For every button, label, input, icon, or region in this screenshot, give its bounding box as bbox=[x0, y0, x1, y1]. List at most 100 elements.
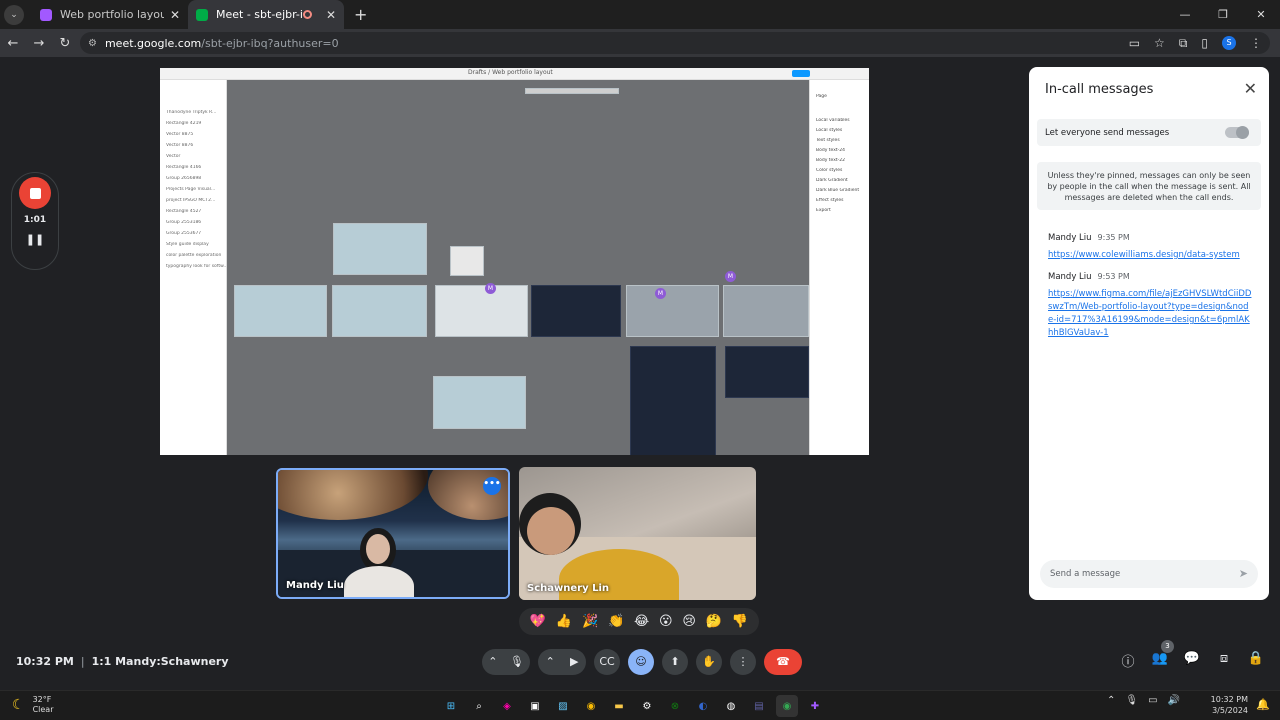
tab-search-icon[interactable]: ⌄ bbox=[4, 4, 24, 25]
canvas-frame bbox=[723, 285, 809, 337]
canvas-frame bbox=[725, 346, 809, 398]
activities-icon[interactable]: ⧈ bbox=[1214, 651, 1234, 670]
end-call-button[interactable]: ☎ bbox=[764, 648, 802, 675]
volume-icon[interactable]: 🔊 bbox=[1168, 695, 1180, 706]
camera-control[interactable]: ⌃ ▶ bbox=[538, 648, 586, 675]
reaction-sad[interactable]: 😢 bbox=[682, 614, 696, 629]
teams-icon[interactable]: ▤ bbox=[748, 695, 770, 717]
info-icon[interactable]: ⓘ bbox=[1118, 651, 1138, 670]
figma-design-panel: Page Local variables Local styles Text s… bbox=[809, 80, 869, 455]
figma-file-title: Drafts / Web portfolio layout bbox=[468, 69, 553, 76]
close-tab-icon[interactable]: ✕ bbox=[170, 8, 180, 22]
edge-icon[interactable]: ◐ bbox=[692, 695, 714, 717]
message-link[interactable]: https://www.colewilliams.design/data-sys… bbox=[1048, 249, 1253, 262]
raise-hand-button[interactable]: ✋ bbox=[696, 648, 722, 675]
file-explorer-icon[interactable]: ▬ bbox=[608, 695, 630, 717]
forward-icon[interactable]: → bbox=[26, 36, 52, 51]
canvas-frame bbox=[234, 285, 327, 337]
send-messages-toggle[interactable] bbox=[1225, 126, 1249, 139]
restore-icon[interactable]: ❐ bbox=[1204, 0, 1242, 29]
reaction-thumbs-up[interactable]: 👍 bbox=[556, 614, 572, 629]
more-options-button[interactable]: ⋮ bbox=[730, 648, 756, 675]
people-icon[interactable]: 👥 bbox=[1150, 651, 1170, 670]
side-controls: ⓘ 👥 💬 ⧈ 🔒 bbox=[1118, 651, 1266, 670]
reaction-clap[interactable]: 👏 bbox=[608, 614, 624, 629]
send-messages-toggle-row: Let everyone send messages bbox=[1037, 119, 1261, 146]
present-button[interactable]: ⬆ bbox=[662, 648, 688, 675]
participant-body bbox=[344, 566, 414, 597]
more-options-button[interactable]: ••• bbox=[483, 477, 501, 495]
app-icon[interactable]: ◍ bbox=[720, 695, 742, 717]
figma-icon[interactable]: ✚ bbox=[804, 695, 826, 717]
chrome-icon[interactable]: ◉ bbox=[580, 695, 602, 717]
host-controls-icon[interactable]: 🔒 bbox=[1246, 651, 1266, 670]
camera-icon[interactable]: ▭ bbox=[1129, 36, 1140, 50]
xbox-icon[interactable]: ⊗ bbox=[664, 695, 686, 717]
send-icon[interactable]: ➤ bbox=[1239, 560, 1248, 588]
chevron-up-icon[interactable]: ⌃ bbox=[546, 655, 555, 668]
minimize-icon[interactable]: — bbox=[1166, 0, 1204, 29]
reaction-heart[interactable]: 💖 bbox=[530, 614, 546, 629]
canvas-frame bbox=[333, 223, 427, 275]
camera-icon[interactable]: ▶ bbox=[570, 655, 578, 668]
pause-icon[interactable]: ❚❚ bbox=[26, 233, 44, 246]
bookmark-star-icon[interactable]: ☆ bbox=[1154, 36, 1165, 50]
start-icon[interactable]: ⊞ bbox=[440, 695, 462, 717]
reaction-thinking[interactable]: 🤔 bbox=[706, 614, 722, 629]
side-panel-icon[interactable]: ▯ bbox=[1201, 36, 1208, 50]
layer-item: Rectangle 4166 bbox=[166, 165, 202, 170]
close-tab-icon[interactable]: ✕ bbox=[326, 8, 336, 22]
message-input[interactable]: Send a message ➤ bbox=[1040, 560, 1258, 588]
task-view-icon[interactable]: ▣ bbox=[524, 695, 546, 717]
site-info-icon[interactable]: ⚙ bbox=[88, 38, 97, 49]
end-call-icon: ☎ bbox=[776, 655, 790, 668]
menu-dots-icon[interactable]: ⋮ bbox=[1250, 36, 1262, 50]
reaction-surprised[interactable]: 😮 bbox=[659, 614, 673, 629]
message-link[interactable]: https://www.figma.com/file/ajEzGHVSLWtdC… bbox=[1048, 288, 1253, 340]
panel-section: Local variables bbox=[816, 118, 850, 123]
recording-time: 1:01 bbox=[23, 215, 47, 225]
captions-icon: CC bbox=[599, 655, 615, 668]
search-icon[interactable]: ⌕ bbox=[468, 695, 490, 717]
temperature: 32°F bbox=[32, 695, 52, 704]
microphone-control[interactable]: ⌃ 🎙 bbox=[482, 648, 530, 675]
close-window-icon[interactable]: ✕ bbox=[1242, 0, 1280, 29]
emoji-icon: ☺ bbox=[635, 655, 647, 668]
system-clock[interactable]: 10:32 PM 3/5/2024 bbox=[1211, 694, 1248, 716]
new-tab-icon[interactable]: + bbox=[354, 5, 367, 24]
recording-indicator-icon bbox=[302, 10, 312, 19]
participant-tile[interactable]: Schawnery Lin bbox=[519, 467, 756, 600]
profile-avatar[interactable]: S bbox=[1222, 36, 1236, 50]
chrome-active-icon[interactable]: ◉ bbox=[776, 695, 798, 717]
windows-taskbar: ☾ 32°F Clear ⊞ ⌕ ◈ ▣ ▨ ◉ ▬ ⚙ ⊗ ◐ ◍ ▤ ◉ ✚ … bbox=[0, 690, 1280, 720]
url-bar[interactable]: ⚙ meet.google.com/sbt-ejbr-ibq?authuser=… bbox=[80, 32, 1270, 54]
layer-item: Vector 8875 bbox=[166, 132, 194, 137]
participant-tile[interactable]: ••• Mandy Liu bbox=[276, 468, 510, 599]
tab-meet[interactable]: Meet - sbt-ejbr-ibq ✕ bbox=[188, 0, 344, 29]
back-icon[interactable]: ← bbox=[0, 36, 26, 51]
chevron-up-icon[interactable]: ⌃ bbox=[488, 655, 497, 668]
photos-icon[interactable]: ▨ bbox=[552, 695, 574, 717]
reaction-party[interactable]: 🎉 bbox=[582, 614, 598, 629]
copilot-icon[interactable]: ◈ bbox=[496, 695, 518, 717]
microphone-icon[interactable]: 🎙 bbox=[1125, 695, 1138, 706]
reactions-button[interactable]: ☺ bbox=[628, 648, 654, 675]
captions-button[interactable]: CC bbox=[594, 648, 620, 675]
close-icon[interactable]: ✕ bbox=[1244, 79, 1257, 98]
chat-icon[interactable]: 💬 bbox=[1182, 651, 1202, 670]
extensions-icon[interactable]: ⧉ bbox=[1179, 36, 1188, 51]
panel-section: Export bbox=[816, 208, 831, 213]
reaction-laugh[interactable]: 😂 bbox=[634, 614, 649, 629]
stop-recording-button[interactable] bbox=[19, 177, 51, 209]
reload-icon[interactable]: ↻ bbox=[52, 36, 78, 51]
settings-icon[interactable]: ⚙ bbox=[636, 695, 658, 717]
tab-figma[interactable]: Web portfolio layout – Figma ✕ bbox=[32, 0, 188, 29]
weather-widget[interactable]: ☾ 32°F Clear bbox=[12, 695, 53, 715]
microphone-icon[interactable]: 🎙 bbox=[510, 655, 524, 668]
chevron-up-icon[interactable]: ⌃ bbox=[1107, 695, 1115, 706]
layer-item: Rectangle 4219 bbox=[166, 121, 202, 126]
notification-bell-icon[interactable]: 🔔 bbox=[1256, 698, 1270, 711]
planet-background bbox=[278, 470, 428, 520]
network-icon[interactable]: ▭ bbox=[1148, 695, 1157, 706]
reaction-thumbs-down[interactable]: 👎 bbox=[732, 614, 748, 629]
